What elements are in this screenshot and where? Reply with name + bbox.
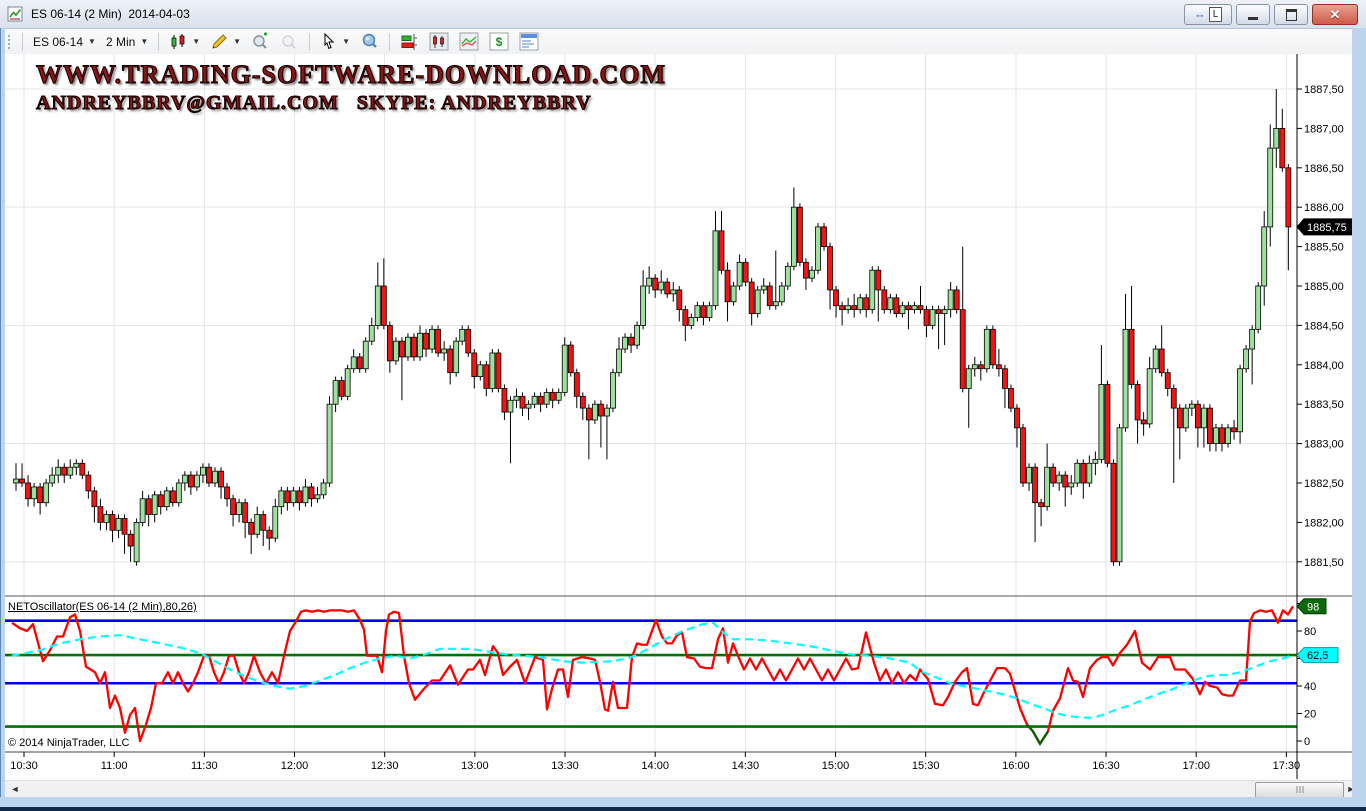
price-axis-label: 1883,50 xyxy=(1304,399,1344,411)
price-axis-label: 1886,00 xyxy=(1304,202,1344,214)
time-axis-label: 14:00 xyxy=(641,760,669,772)
time-axis-label: 13:00 xyxy=(461,760,489,772)
time-axis-label: 16:00 xyxy=(1002,760,1030,772)
oscillator-cyan-value-tag-label: 62,5 xyxy=(1307,650,1328,662)
time-axis-label: 10:30 xyxy=(10,760,38,772)
indicator-label: NETOscillator(ES 06-14 (2 Min),80,26) xyxy=(8,601,197,613)
chart-window: 1887,50 1887,00 1886,50 1886,00 1885,50 1885,… xyxy=(0,0,1366,811)
price-axis-label: 1886,50 xyxy=(1304,163,1344,175)
time-axis-label: 14:30 xyxy=(732,760,760,772)
last-price-tag: 1885,75 xyxy=(1297,219,1352,235)
time-axis-label: 12:30 xyxy=(371,760,399,772)
oscillator-axis-label: 40 xyxy=(1304,681,1316,693)
scroll-left-arrow-icon[interactable]: ◄ xyxy=(8,783,22,796)
price-axis-label: 1881,50 xyxy=(1304,557,1344,569)
horizontal-scrollbar[interactable]: ◄ ► xyxy=(4,780,1352,798)
last-price-tag-label: 1885,75 xyxy=(1307,222,1347,234)
scrollbar-thumb[interactable] xyxy=(1255,782,1344,798)
time-axis-label: 13:30 xyxy=(551,760,579,772)
time-axis-label: 11:00 xyxy=(101,760,128,772)
oscillator-axis-label: 20 xyxy=(1304,709,1316,721)
price-axis-label: 1884,50 xyxy=(1304,320,1344,332)
window-border-right xyxy=(1352,28,1366,811)
chart-canvas[interactable]: 1887,50 1887,00 1886,50 1886,00 1885,50 1885,… xyxy=(0,0,1366,811)
copyright-text: © 2014 NinjaTrader, LLC xyxy=(8,737,129,749)
oscillator-axis-label: 0 xyxy=(1304,736,1310,748)
price-axis-label: 1884,00 xyxy=(1304,360,1344,372)
oscillator-red-value-tag-label: 98 xyxy=(1307,601,1319,613)
price-axis-label: 1883,00 xyxy=(1304,439,1344,451)
oscillator-cyan-value-tag: 62,5 xyxy=(1297,648,1338,663)
oscillator-red-value-tag: 98 xyxy=(1297,599,1326,614)
window-border-bottom xyxy=(0,797,1366,811)
price-axis-label: 1882,00 xyxy=(1304,517,1344,529)
thumb-grip-icon xyxy=(1296,786,1303,793)
time-axis-label: 17:00 xyxy=(1182,760,1210,772)
time-axis-label: 16:30 xyxy=(1092,760,1120,772)
time-axis-label: 15:00 xyxy=(822,760,850,772)
price-axis-label: 1882,50 xyxy=(1304,478,1344,490)
window-border-left xyxy=(0,28,5,811)
oscillator-axis-label: 80 xyxy=(1304,626,1316,638)
time-axis-label: 12:00 xyxy=(281,760,309,772)
price-axis-label: 1887,50 xyxy=(1304,84,1344,96)
price-axis-label: 1887,00 xyxy=(1304,123,1344,135)
time-axis-label: 15:30 xyxy=(912,760,940,772)
price-axis-label: 1885,50 xyxy=(1304,242,1344,254)
time-axis-label: 11:30 xyxy=(191,760,218,772)
time-axis-label: 17:30 xyxy=(1273,760,1301,772)
price-axis-label: 1885,00 xyxy=(1304,281,1344,293)
